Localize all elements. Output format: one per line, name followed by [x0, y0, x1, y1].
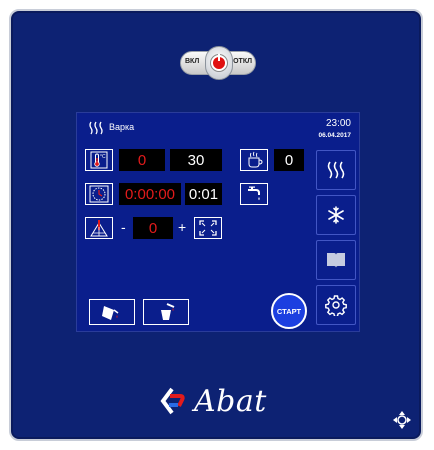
steam-icon: [89, 121, 103, 135]
gear-icon: [325, 295, 347, 316]
settings-button[interactable]: [316, 285, 356, 325]
brand-logo: Abat: [160, 383, 267, 419]
touch-screen: Варка 23:00 06.04.2017 °C 0 30 0 0:00:00…: [76, 112, 360, 332]
temperature-actual-value: 30: [170, 149, 222, 171]
move-arrows-icon: [393, 411, 411, 429]
start-button[interactable]: СТАРТ: [271, 293, 307, 329]
water-tap-icon: [248, 186, 260, 201]
clock-date: 06.04.2017: [318, 132, 351, 139]
temperature-set-value[interactable]: 0: [119, 149, 165, 171]
power-icon: [211, 54, 227, 71]
temperature-button[interactable]: °C: [85, 149, 113, 171]
steam-icon: [327, 161, 345, 179]
humidity-value[interactable]: 0: [274, 149, 304, 171]
fan-value[interactable]: 0: [133, 217, 173, 239]
steam-cup-icon: [248, 151, 263, 168]
pour-out-button[interactable]: [89, 299, 135, 325]
svg-text:°C: °C: [100, 154, 106, 160]
pour-out-icon: [102, 306, 119, 320]
power-knob[interactable]: [205, 46, 233, 80]
recipe-book-button[interactable]: [316, 240, 356, 280]
timer-elapsed-value: 0:01: [185, 183, 222, 205]
water-button[interactable]: [240, 183, 268, 205]
timer-set-value[interactable]: 0:00:00: [119, 183, 181, 205]
power-on-label: ВКЛ: [185, 58, 200, 65]
book-icon: [327, 253, 345, 268]
fullscreen-button[interactable]: [194, 217, 222, 239]
pour-in-button[interactable]: [143, 299, 189, 325]
power-off-label: ОТКЛ: [233, 58, 252, 65]
mode-cooling-button[interactable]: [316, 195, 356, 235]
clock-icon: [89, 185, 109, 203]
brand-name: Abat: [194, 383, 267, 419]
abat-logo-icon: [160, 387, 185, 415]
clock-time: 23:00: [325, 118, 351, 129]
expand-icon: [199, 220, 217, 236]
power-switch[interactable]: ВКЛ ОТКЛ: [180, 46, 256, 80]
timer-button[interactable]: [85, 183, 113, 205]
fan-minus-button[interactable]: -: [121, 219, 126, 235]
mode-title: Варка: [109, 122, 135, 132]
fan-speed-icon: [90, 220, 108, 237]
humidity-button[interactable]: [240, 149, 268, 171]
pour-in-icon: [161, 303, 175, 320]
snowflake-icon: [328, 206, 344, 224]
thermometer-icon: °C: [90, 151, 108, 169]
fan-plus-button[interactable]: +: [178, 219, 186, 235]
fan-button[interactable]: [85, 217, 113, 239]
mode-steam-button[interactable]: [316, 150, 356, 190]
